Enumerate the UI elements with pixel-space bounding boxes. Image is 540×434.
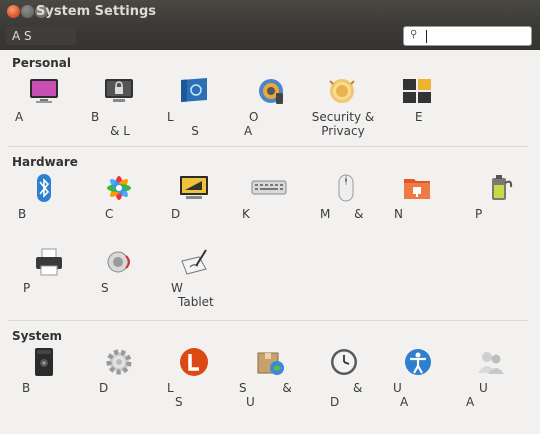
label-line1: L xyxy=(167,381,174,395)
color-wheel-icon xyxy=(107,176,131,200)
label-line1: K xyxy=(242,207,250,221)
system-settings-window: System Settings A S ⚲ Personal A B & L L… xyxy=(0,0,540,434)
language-flag-icon xyxy=(181,78,207,102)
appearance-icon xyxy=(30,79,58,103)
label-line1: L xyxy=(167,110,174,124)
label-line2: Tablet xyxy=(178,295,214,309)
section-title-personal: Personal xyxy=(12,56,71,70)
lock-screen-icon xyxy=(105,79,133,102)
label-line1: P xyxy=(23,281,31,295)
keyboard-icon xyxy=(251,180,287,195)
label-line1: C xyxy=(105,207,114,221)
backups-icon xyxy=(35,348,53,376)
label-line1: O xyxy=(249,110,259,124)
label-line1: E xyxy=(415,110,423,124)
label-line2: U xyxy=(246,395,255,409)
time-date-clock-icon xyxy=(331,349,357,375)
label-line1: & xyxy=(353,381,363,395)
label-line1: U xyxy=(479,381,488,395)
network-icon xyxy=(404,179,430,199)
display-icon xyxy=(180,176,208,199)
settings-panel: Personal A B & L L S O A Security & Priv… xyxy=(0,50,540,434)
section-separator xyxy=(8,146,528,147)
all-settings-button[interactable]: A S xyxy=(6,27,76,45)
universal-access-icon xyxy=(405,349,431,375)
label-line2: S xyxy=(175,395,183,409)
label-line2: D xyxy=(330,395,340,409)
label-line1: D xyxy=(171,207,181,221)
section-separator xyxy=(8,320,528,321)
user-accounts-icon xyxy=(478,352,504,374)
text-caret xyxy=(426,30,427,43)
label-line2: A xyxy=(400,395,409,409)
label-line1: B xyxy=(22,381,31,395)
label-line1: B xyxy=(18,207,27,221)
search-input[interactable]: ⚲ xyxy=(403,26,532,46)
label-line1: A xyxy=(15,110,24,124)
details-gear-icon xyxy=(106,349,132,375)
label-line1: U xyxy=(393,381,402,395)
sound-icon xyxy=(107,251,130,273)
label-line2: S xyxy=(191,124,199,138)
label-line1: B xyxy=(91,110,100,124)
label-line2: A xyxy=(244,124,253,138)
minimize-window-button[interactable] xyxy=(21,5,34,18)
security-privacy-icon xyxy=(329,79,355,103)
workspaces-icon xyxy=(403,79,431,103)
label-line1: S & xyxy=(239,381,292,395)
close-window-button[interactable] xyxy=(7,5,20,18)
label-line1: P xyxy=(475,207,483,221)
label-line1: D xyxy=(99,381,109,395)
section-title-hardware: Hardware xyxy=(12,155,78,169)
bluetooth-icon xyxy=(37,174,51,202)
landscape-icon xyxy=(180,348,208,376)
software-updates-icon xyxy=(257,352,284,375)
title-bar: System Settings xyxy=(0,0,540,24)
label-line2: Privacy xyxy=(321,124,365,138)
window-title: System Settings xyxy=(36,4,157,19)
label-line2: A xyxy=(466,395,475,409)
label-line1: M & xyxy=(320,207,364,221)
wacom-tablet-icon xyxy=(181,249,207,275)
printer-icon xyxy=(36,248,62,276)
power-icon xyxy=(492,175,513,200)
search-icon: ⚲ xyxy=(410,29,418,40)
mouse-icon xyxy=(338,174,354,202)
toolbar: A S ⚲ xyxy=(0,24,540,50)
section-title-system: System xyxy=(12,329,62,343)
online-accounts-icon xyxy=(259,79,283,104)
label-line1: W xyxy=(171,281,183,295)
label-line2: & L xyxy=(110,124,130,138)
label-line1: S xyxy=(101,281,109,295)
label-line1: Security & xyxy=(311,110,375,124)
label-line1: N xyxy=(394,207,403,221)
